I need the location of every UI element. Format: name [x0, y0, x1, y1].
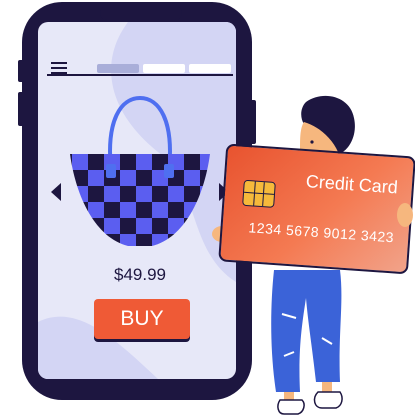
tab-inactive[interactable]: [143, 64, 185, 73]
phone-side-button: [18, 92, 24, 126]
shopping-bag-icon: [70, 95, 210, 246]
phone-notch: [100, 6, 182, 20]
phone-side-button: [18, 60, 24, 82]
credit-card-number: 1234 5678 9012 3423: [248, 219, 395, 246]
tab-active[interactable]: [97, 64, 139, 73]
left-arrow-icon[interactable]: [51, 183, 61, 201]
hamburger-icon[interactable]: [51, 62, 67, 74]
top-bar-divider: [47, 74, 233, 76]
buy-button[interactable]: BUY: [94, 299, 190, 339]
app-top-bar: [47, 60, 233, 76]
person-hand-right: [397, 203, 413, 227]
tab-inactive[interactable]: [189, 64, 231, 73]
credit-card-title: Credit Card: [305, 171, 399, 198]
credit-card: Credit Card 1234 5678 9012 3423: [218, 143, 415, 275]
card-chip-icon: [242, 179, 276, 208]
credit-card-wrapper: Credit Card 1234 5678 9012 3423: [218, 143, 415, 276]
product-price: $49.99: [114, 265, 166, 284]
